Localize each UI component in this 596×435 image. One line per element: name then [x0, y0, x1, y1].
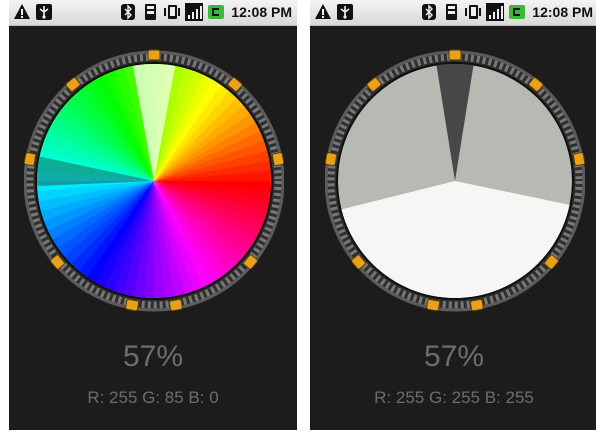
usb-icon — [337, 4, 353, 20]
ring-chevron — [572, 152, 585, 167]
vibrate-icon — [164, 5, 181, 19]
clock: 12:08 PM — [532, 4, 593, 20]
vibrate-icon — [465, 5, 482, 19]
clock: 12:08 PM — [231, 4, 292, 20]
ring-chevron — [325, 152, 338, 167]
ring-chevron — [426, 298, 441, 312]
sd-card-icon — [145, 4, 157, 20]
signal-icon — [486, 3, 505, 21]
ring-chevron — [147, 49, 161, 61]
percent-value: 57% — [122, 340, 184, 373]
stargate-gray-wheel[interactable] — [325, 36, 585, 326]
ring-chevron — [24, 152, 37, 167]
percent-value: 57% — [423, 340, 485, 373]
status-bar: 12:08 PM — [310, 0, 596, 26]
sd-card-icon — [446, 4, 458, 20]
ring-chevron — [448, 49, 462, 61]
phone-screen-right: 12:08 PM 57% R: 255 G: 255 B: 255 — [310, 0, 596, 430]
battery-charging-icon — [509, 5, 526, 19]
ring-chevron — [125, 298, 140, 312]
ring-chevron — [469, 298, 484, 312]
rgb-readout: R: 255 G: 255 B: 255 — [374, 388, 534, 407]
bluetooth-icon — [422, 4, 437, 20]
battery-charging-icon — [208, 5, 225, 19]
status-bar: 12:08 PM — [9, 0, 297, 26]
ring-chevron — [168, 298, 183, 312]
signal-icon — [185, 3, 204, 21]
warning-icon — [14, 4, 30, 19]
warning-icon — [315, 4, 331, 19]
bluetooth-icon — [121, 4, 136, 20]
phone-screen-left: 12:08 PM 57% R: 255 G: 85 B: 0 — [9, 0, 297, 430]
usb-icon — [36, 4, 52, 20]
ring-chevron — [271, 152, 284, 167]
stargate-color-wheel[interactable] — [24, 36, 284, 326]
rgb-readout: R: 255 G: 85 B: 0 — [87, 388, 219, 407]
